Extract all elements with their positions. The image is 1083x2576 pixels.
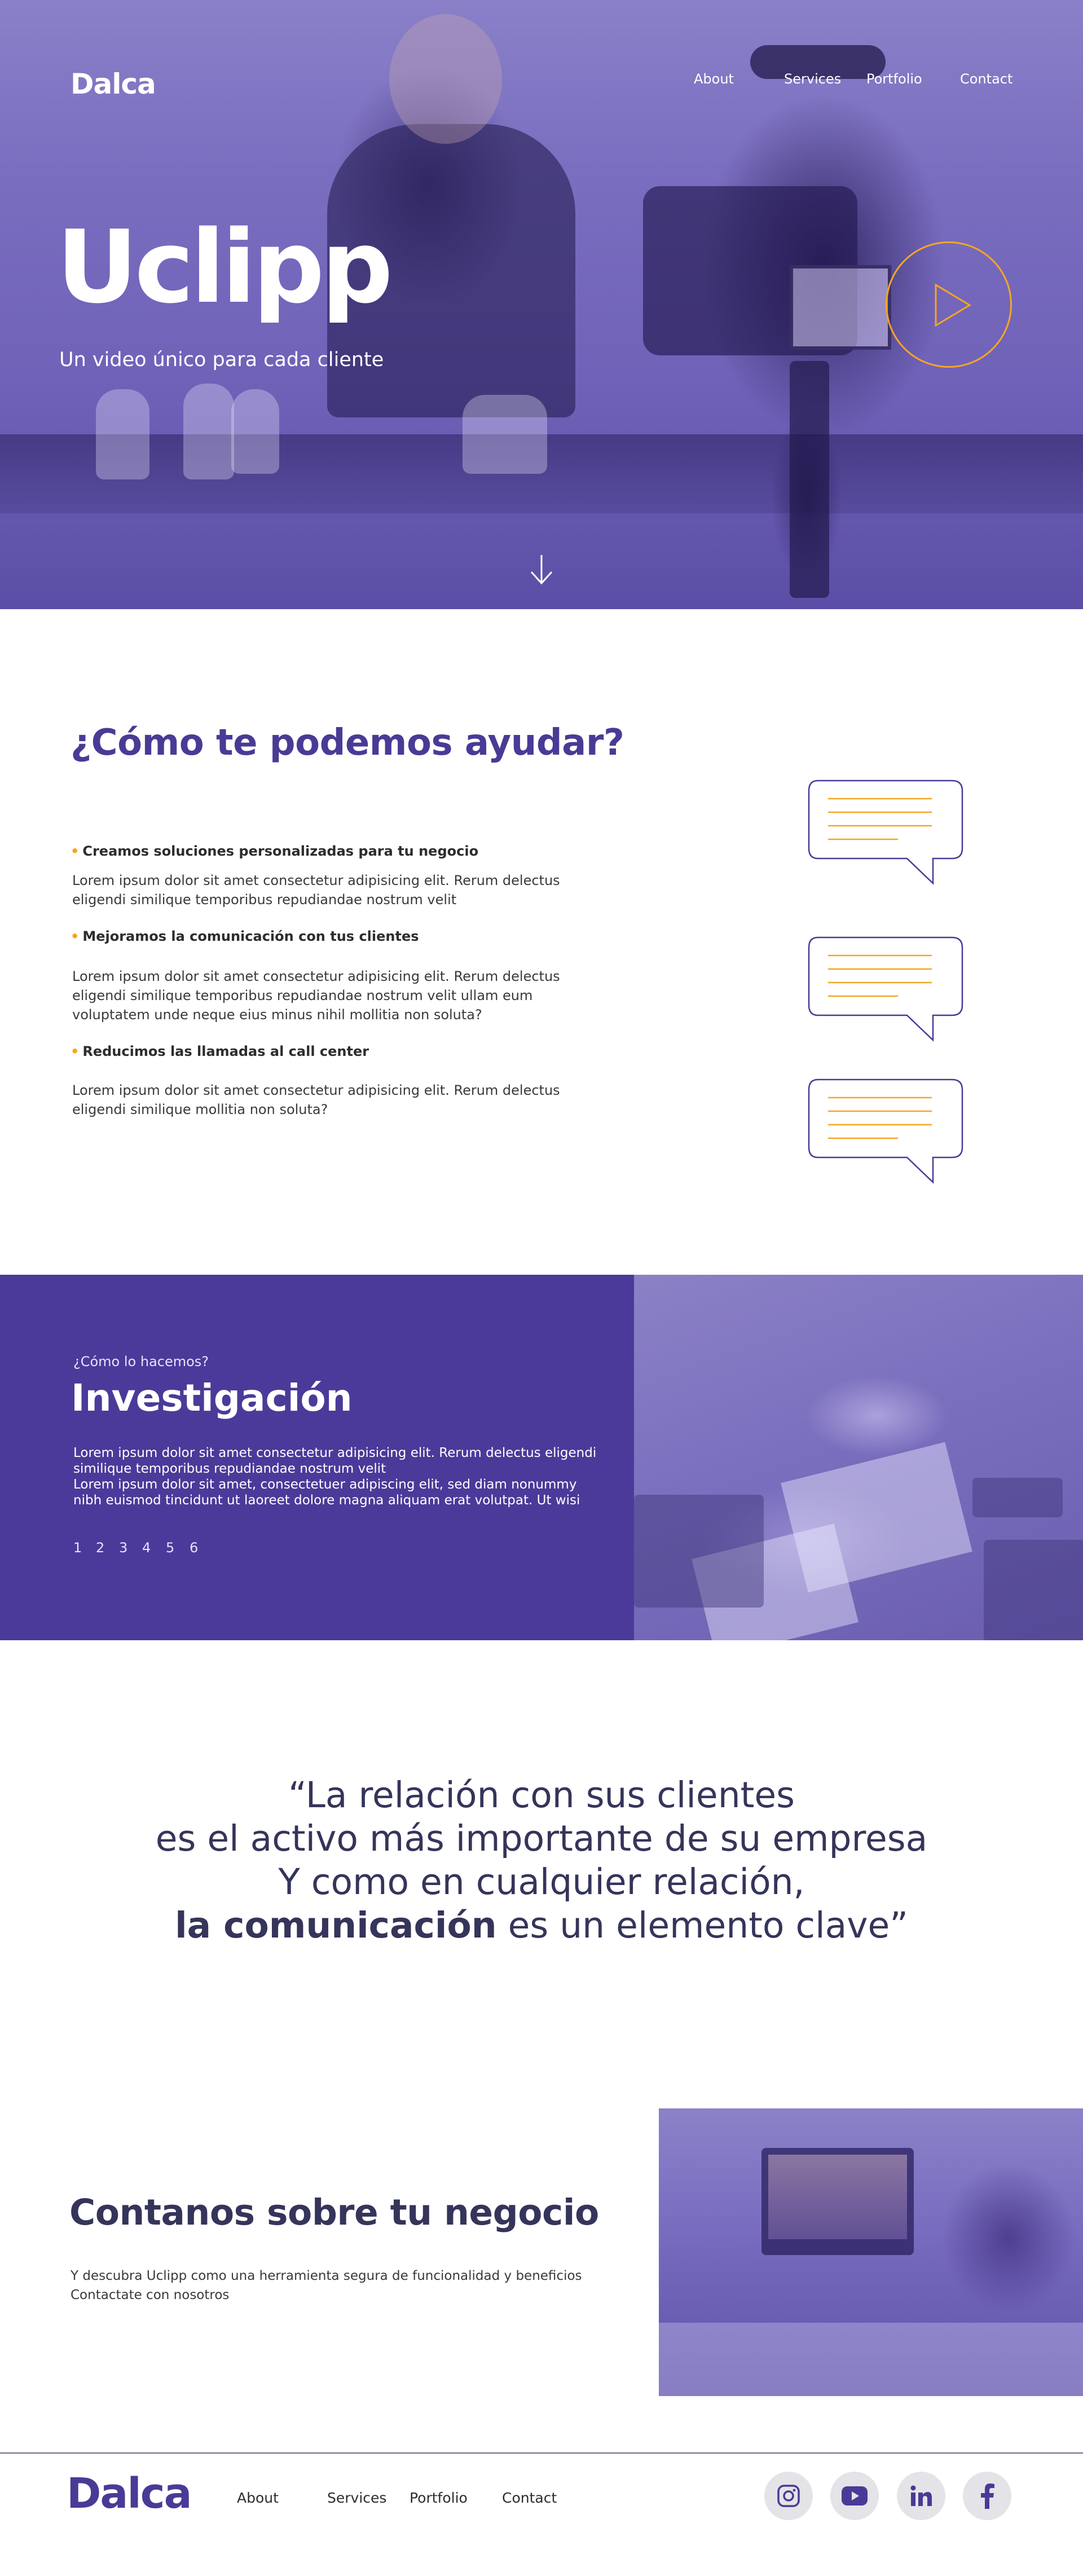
hero-photo-tripod (790, 361, 829, 598)
nav-contact[interactable]: Contact (960, 71, 1012, 87)
play-video-button[interactable] (886, 241, 1012, 368)
instagram-icon (777, 2485, 800, 2507)
meeting-photo-laptop (634, 1495, 764, 1608)
quote-line-2: es el activo más importante de su empres… (155, 1818, 928, 1859)
meeting-photo-phone (972, 1478, 1063, 1517)
quote-emphasis: la comunicación (175, 1905, 497, 1946)
chat-bubble-icon (808, 780, 963, 885)
facebook-link[interactable] (963, 2472, 1011, 2520)
investigacion-title: Investigación (71, 1376, 353, 1420)
main-nav: About Services Portfolio Contact (694, 71, 1015, 88)
arrow-down-icon[interactable] (528, 553, 555, 587)
help-item-text: Lorem ipsum dolor sit amet consectetur a… (72, 873, 560, 908)
hero-title: Uclipp (56, 209, 393, 325)
bullet-icon: • (71, 928, 80, 944)
hero-section: Dalca About Services Portfolio Contact U… (0, 0, 1083, 609)
hero-subtitle: Un video único para cada cliente (59, 349, 384, 371)
nav-portfolio[interactable]: Portfolio (866, 71, 922, 87)
investigacion-text-2: Lorem ipsum dolor sit amet, consectetuer… (73, 1477, 580, 1508)
help-item-title: • Creamos soluciones personalizadas para … (71, 843, 478, 859)
investigacion-section: ¿Cómo lo hacemos? Investigación Lorem ip… (0, 1275, 1083, 1640)
step-5[interactable]: 5 (166, 1540, 174, 1556)
youtube-icon (842, 2486, 868, 2505)
linkedin-icon (910, 2485, 932, 2506)
footer-nav-services[interactable]: Services (327, 2490, 386, 2506)
quote-line-4: la comunicación es un elemento clave” (0, 1904, 1083, 1947)
business-section: Contanos sobre tu negocio Y descubra Ucl… (0, 2103, 1083, 2452)
investigacion-text-1: Lorem ipsum dolor sit amet consectetur a… (73, 1446, 597, 1476)
step-6[interactable]: 6 (190, 1540, 198, 1556)
chat-bubble-icon (808, 1078, 963, 1184)
facebook-icon (981, 2483, 994, 2509)
quote-section: “La relación con sus clientes es el acti… (0, 1640, 1083, 2103)
videocall-photo-screen (768, 2155, 907, 2239)
hero-photo-bottle (231, 389, 279, 474)
header-logo[interactable]: Dalca (71, 68, 156, 100)
play-icon (935, 283, 971, 327)
quote-line-4-rest: es un elemento clave” (496, 1905, 908, 1946)
nav-about[interactable]: About (694, 71, 734, 87)
help-item-text: Lorem ipsum dolor sit amet consectetur a… (72, 968, 560, 1023)
videocall-photo-desk (659, 2323, 1083, 2396)
investigacion-kicker: ¿Cómo lo hacemos? (73, 1354, 209, 1370)
business-contact-link[interactable]: Contactate con nosotros (71, 2286, 623, 2305)
meeting-photo (634, 1275, 1083, 1640)
instagram-link[interactable] (764, 2472, 813, 2520)
nav-services[interactable]: Services (784, 71, 841, 87)
help-item-title-text: Reducimos las llamadas al call center (82, 1043, 369, 1059)
help-item-title: • Mejoramos la comunicación con tus clien… (71, 928, 419, 944)
linkedin-link[interactable] (897, 2472, 945, 2520)
hero-photo-bottle (96, 389, 149, 479)
footer-nav-contact[interactable]: Contact (502, 2490, 557, 2506)
hero-photo-camera-screen (790, 265, 891, 350)
footer-nav-about[interactable]: About (237, 2490, 279, 2506)
step-2[interactable]: 2 (96, 1540, 104, 1556)
help-item-title-text: Mejoramos la comunicación con tus client… (82, 928, 419, 944)
footer-nav-portfolio[interactable]: Portfolio (410, 2490, 468, 2506)
step-1[interactable]: 1 (73, 1540, 82, 1556)
quote-line-1: “La relación con sus clientes (288, 1774, 795, 1816)
step-4[interactable]: 4 (142, 1540, 151, 1556)
help-item-text: Lorem ipsum dolor sit amet consectetur a… (72, 1082, 560, 1117)
business-heading: Contanos sobre tu negocio (69, 2192, 599, 2233)
meeting-photo-tablet (984, 1540, 1083, 1640)
hero-photo-bottle (463, 395, 547, 474)
help-heading: ¿Cómo te podemos ayudar? (71, 722, 624, 764)
help-item-title-text: Creamos soluciones personalizadas para t… (82, 843, 479, 859)
help-item-title: • Reducimos las llamadas al call center (71, 1043, 369, 1059)
quote-line-3: Y como en cualquier relación, (278, 1861, 805, 1903)
business-text-1: Y descubra Uclipp como una herramienta s… (71, 2269, 582, 2283)
youtube-link[interactable] (830, 2472, 879, 2520)
footer: Dalca About Services Portfolio Contact (0, 2452, 1083, 2554)
footer-logo[interactable]: Dalca (67, 2469, 192, 2518)
bullet-icon: • (71, 843, 80, 859)
business-text: Y descubra Uclipp como una herramienta s… (71, 2266, 623, 2305)
chat-bubble-icon (808, 936, 963, 1042)
hero-photo-bottle (183, 384, 234, 479)
help-section: ¿Cómo te podemos ayudar? • Creamos soluci… (0, 609, 1083, 1275)
bullet-icon: • (71, 1043, 80, 1059)
investigacion-text: Lorem ipsum dolor sit amet consectetur a… (73, 1445, 604, 1508)
hero-photo-person-head (389, 14, 502, 144)
step-3[interactable]: 3 (119, 1540, 127, 1556)
